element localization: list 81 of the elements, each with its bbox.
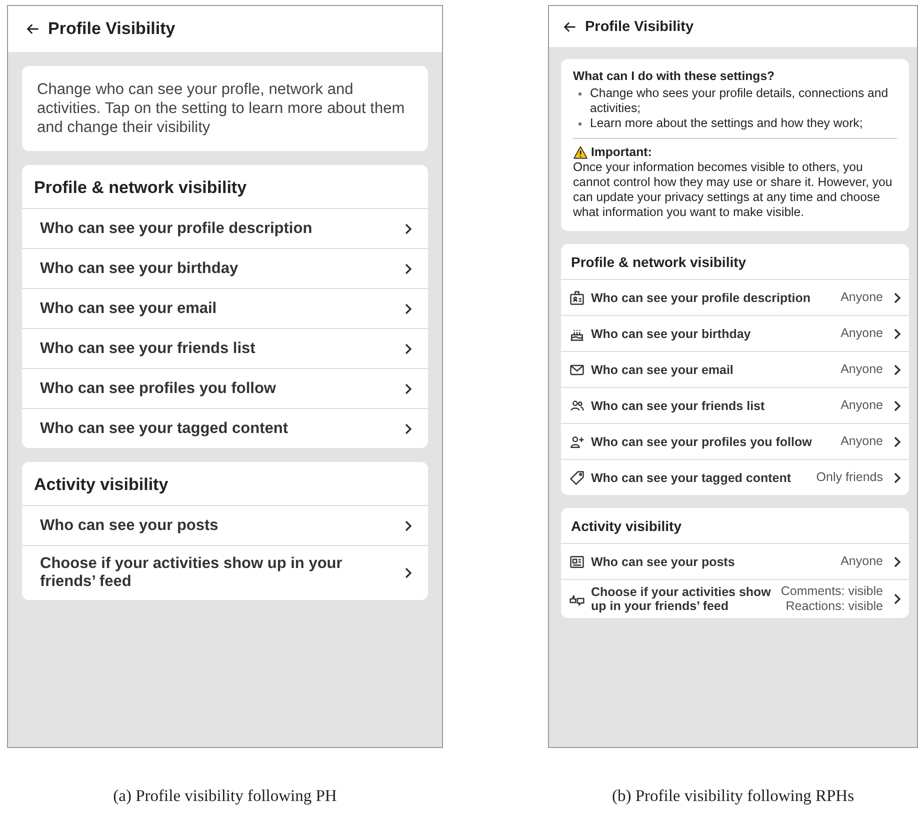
setting-value: Anyone xyxy=(840,362,883,377)
setting-row[interactable]: Who can see your email xyxy=(22,288,428,328)
setting-value: Anyone xyxy=(840,290,883,305)
chevron-icon xyxy=(404,422,412,434)
setting-row[interactable]: Who can see your friends list xyxy=(22,328,428,368)
chevron-icon xyxy=(404,382,412,394)
setting-row[interactable]: Who can see your tagged content Only friends xyxy=(561,459,909,495)
setting-row[interactable]: Who can see your friends list Anyone xyxy=(561,387,909,423)
setting-label: Choose if your activities show up in your friends’ feed xyxy=(591,584,772,615)
figure-caption: (b) Profile visibility following RPHs xyxy=(612,786,854,806)
setting-row[interactable]: Who can see your profile description Anyone xyxy=(561,279,909,315)
setting-label: Who can see your profiles you follow xyxy=(591,434,813,451)
setting-label: Choose if your activities show up in your friends’ feed xyxy=(40,554,344,592)
id-card-icon xyxy=(569,290,585,306)
setting-label: Who can see your birthday xyxy=(591,326,752,343)
section-heading: Activity visibility xyxy=(34,475,168,494)
setting-value: Anyone xyxy=(840,554,883,569)
setting-label: Who can see your email xyxy=(591,362,734,379)
setting-label: Who can see your profile description xyxy=(591,290,812,307)
chevron-icon xyxy=(893,292,901,304)
section-heading: Profile & network visibility xyxy=(34,178,247,197)
setting-label: Who can see your posts xyxy=(40,516,220,536)
info-heading: What can I do with these settings? xyxy=(573,69,776,84)
section-heading: Profile & network visibility xyxy=(571,254,746,270)
setting-row[interactable]: Who can see your birthday Anyone xyxy=(561,315,909,351)
chevron-icon xyxy=(404,567,412,579)
chevron-icon xyxy=(404,520,412,532)
setting-row[interactable]: Choose if your activities show up in your friends’ feed Comments: visible Reactions: visible xyxy=(561,579,909,618)
chevron-icon xyxy=(893,556,901,568)
setting-row[interactable]: Who can see your tagged content xyxy=(22,408,428,448)
setting-row[interactable]: Who can see profiles you follow xyxy=(22,368,428,408)
page-title: Profile Visibility xyxy=(48,19,176,39)
person-add-icon xyxy=(569,434,585,450)
setting-label: Who can see your tagged content xyxy=(40,418,290,438)
setting-row[interactable]: Who can see your birthday xyxy=(22,248,428,288)
chevron-icon xyxy=(404,302,412,314)
chevron-icon xyxy=(893,364,901,376)
chevron-icon xyxy=(404,222,412,234)
bullet-text: Learn more about the settings and how they work; xyxy=(590,116,863,131)
chevron-icon xyxy=(893,593,901,605)
setting-row[interactable]: Who can see your posts Anyone xyxy=(561,543,909,579)
setting-label: Who can see your posts xyxy=(591,554,736,571)
figure-caption: (a) Profile visibility following PH xyxy=(113,786,337,806)
setting-label: Who can see your friends list xyxy=(40,338,256,358)
chevron-icon xyxy=(893,328,901,340)
setting-value: Only friends xyxy=(816,470,883,485)
bullet-icon xyxy=(578,122,582,126)
setting-row[interactable]: Who can see your profiles you follow Anyone xyxy=(561,423,909,459)
warning-title: Important: xyxy=(591,145,652,160)
setting-label: Who can see your tagged content xyxy=(591,470,792,487)
setting-row[interactable]: Who can see your email Anyone xyxy=(561,351,909,387)
setting-value: Reactions: visible xyxy=(786,599,883,614)
newspaper-icon xyxy=(569,554,585,570)
setting-row[interactable]: Who can see your profile description xyxy=(22,208,428,248)
setting-value: Anyone xyxy=(840,434,883,449)
setting-label: Who can see your birthday xyxy=(40,258,240,278)
setting-label: Who can see your friends list xyxy=(591,398,766,415)
page-title: Profile Visibility xyxy=(585,18,694,34)
warning-text: Once your information becomes visible to others, you cannot control how they may use or share it. However, you can update your privacy settings at any time and choose what information you want to make visible. xyxy=(573,160,894,220)
warning-icon xyxy=(573,146,588,159)
section-heading: Activity visibility xyxy=(571,518,682,534)
back-arrow-icon[interactable] xyxy=(563,20,577,34)
setting-row[interactable]: Choose if your activities show up in your friends’ feed xyxy=(22,545,428,600)
chevron-icon xyxy=(893,436,901,448)
setting-label: Who can see your email xyxy=(40,298,218,318)
people-icon xyxy=(569,398,585,414)
chevron-icon xyxy=(893,472,901,484)
setting-value: Comments: visible xyxy=(780,584,883,599)
chevron-icon xyxy=(404,262,412,274)
setting-value: Anyone xyxy=(840,326,883,341)
chevron-icon xyxy=(404,342,412,354)
back-arrow-icon[interactable] xyxy=(26,22,40,36)
setting-value: Anyone xyxy=(840,398,883,413)
chevron-icon xyxy=(893,400,901,412)
intro-text: Change who can see your profle, network and activities. Tap on the setting to learn more about them and change their visibility xyxy=(37,80,406,137)
bullet-text: Change who sees your profile details, connections and activities; xyxy=(590,86,890,116)
setting-label: Who can see your profile description xyxy=(40,218,314,238)
bullet-icon xyxy=(578,92,582,96)
setting-label: Who can see profiles you follow xyxy=(40,378,277,398)
setting-row[interactable]: Who can see your posts xyxy=(22,505,428,545)
tag-icon xyxy=(569,470,585,486)
